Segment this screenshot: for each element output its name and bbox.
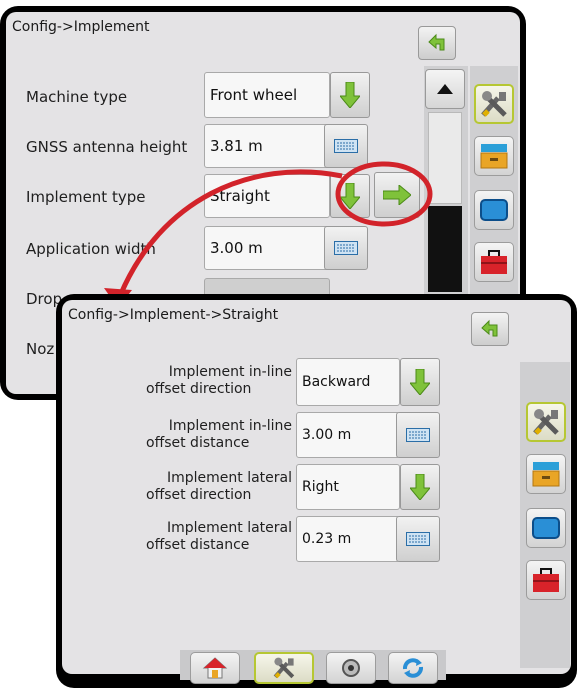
keyboard-icon bbox=[334, 241, 358, 255]
green-down-arrow-icon bbox=[410, 369, 430, 395]
inline-offset-direction-field[interactable]: Backward bbox=[296, 358, 400, 406]
green-down-arrow-icon bbox=[340, 183, 360, 209]
page-title: Config->Implement bbox=[12, 19, 150, 35]
toolbox-icon bbox=[481, 250, 507, 274]
cycle-icon bbox=[403, 658, 423, 678]
up-triangle-icon bbox=[437, 84, 453, 94]
implement-type-next-button[interactable] bbox=[374, 172, 420, 218]
machine-type-dropdown-button[interactable] bbox=[330, 72, 370, 118]
drawer-icon bbox=[532, 462, 560, 487]
cycle-tab[interactable] bbox=[388, 652, 438, 684]
screen-icon bbox=[480, 199, 508, 221]
nozzle-label-partial: Noz bbox=[26, 340, 55, 358]
scroll-up-button[interactable] bbox=[425, 69, 465, 109]
lateral-offset-distance-field[interactable]: 0.23 m bbox=[296, 516, 400, 562]
lateral-offset-direction-dropdown-button[interactable] bbox=[400, 464, 440, 510]
lateral-offset-distance-label: Implement lateral offset distance bbox=[146, 520, 292, 553]
inline-offset-distance-label: Implement in-line offset distance bbox=[146, 418, 292, 451]
drawer-tab[interactable] bbox=[526, 454, 566, 494]
toolbox-icon bbox=[533, 568, 559, 592]
implement-type-field[interactable]: Straight bbox=[204, 174, 330, 218]
inline-offset-distance-field[interactable]: 3.00 m bbox=[296, 412, 400, 458]
circle-tab[interactable] bbox=[326, 652, 376, 684]
inline-offset-direction-dropdown-button[interactable] bbox=[400, 358, 440, 406]
drawer-icon bbox=[480, 144, 508, 169]
keyboard-icon bbox=[406, 428, 430, 442]
screen-icon bbox=[532, 517, 560, 539]
gnss-antenna-height-label: GNSS antenna height bbox=[26, 138, 188, 156]
lateral-offset-direction-label: Implement lateral offset direction bbox=[146, 470, 292, 503]
implement-type-dropdown-button[interactable] bbox=[330, 174, 370, 218]
settings-icon bbox=[273, 657, 295, 679]
home-icon bbox=[202, 657, 228, 679]
tools-tab[interactable] bbox=[526, 402, 566, 442]
green-down-arrow-icon bbox=[340, 82, 360, 108]
tools-icon bbox=[481, 91, 507, 117]
home-tab[interactable] bbox=[190, 652, 240, 684]
back-button[interactable] bbox=[471, 312, 509, 346]
green-down-arrow-icon bbox=[410, 474, 430, 500]
application-width-field[interactable]: 3.00 m bbox=[204, 226, 330, 270]
page-title: Config->Implement->Straight bbox=[68, 307, 279, 323]
inline-offset-direction-label: Implement in-line offset direction bbox=[146, 364, 292, 397]
drawer-tab[interactable] bbox=[474, 136, 514, 176]
gnss-antenna-height-keyboard-button[interactable] bbox=[324, 124, 368, 168]
scrollbar-thumb[interactable] bbox=[428, 112, 462, 204]
keyboard-icon bbox=[406, 532, 430, 546]
tools-icon bbox=[533, 409, 559, 435]
tools-tab[interactable] bbox=[474, 84, 514, 124]
back-button[interactable] bbox=[418, 26, 456, 60]
screen-tab[interactable] bbox=[474, 190, 514, 230]
back-arrow-icon bbox=[428, 33, 445, 51]
machine-type-label: Machine type bbox=[26, 88, 128, 106]
toolbox-tab[interactable] bbox=[474, 242, 514, 282]
inline-offset-distance-keyboard-button[interactable] bbox=[396, 412, 440, 458]
lateral-offset-distance-keyboard-button[interactable] bbox=[396, 516, 440, 562]
back-arrow-icon bbox=[481, 319, 498, 337]
gnss-antenna-height-field[interactable]: 3.81 m bbox=[204, 124, 330, 168]
toolbox-tab[interactable] bbox=[526, 560, 566, 600]
keyboard-icon bbox=[334, 139, 358, 153]
implement-type-label: Implement type bbox=[26, 188, 146, 206]
lateral-offset-direction-field[interactable]: Right bbox=[296, 464, 400, 510]
application-width-label: Application width bbox=[26, 240, 156, 258]
settings-tab[interactable] bbox=[254, 652, 314, 684]
application-width-keyboard-button[interactable] bbox=[324, 226, 368, 270]
green-right-arrow-icon bbox=[383, 185, 411, 205]
machine-type-field[interactable]: Front wheel bbox=[204, 72, 330, 118]
target-icon bbox=[342, 659, 360, 677]
scrollbar-track-dark bbox=[428, 206, 462, 292]
screen-tab[interactable] bbox=[526, 508, 566, 548]
